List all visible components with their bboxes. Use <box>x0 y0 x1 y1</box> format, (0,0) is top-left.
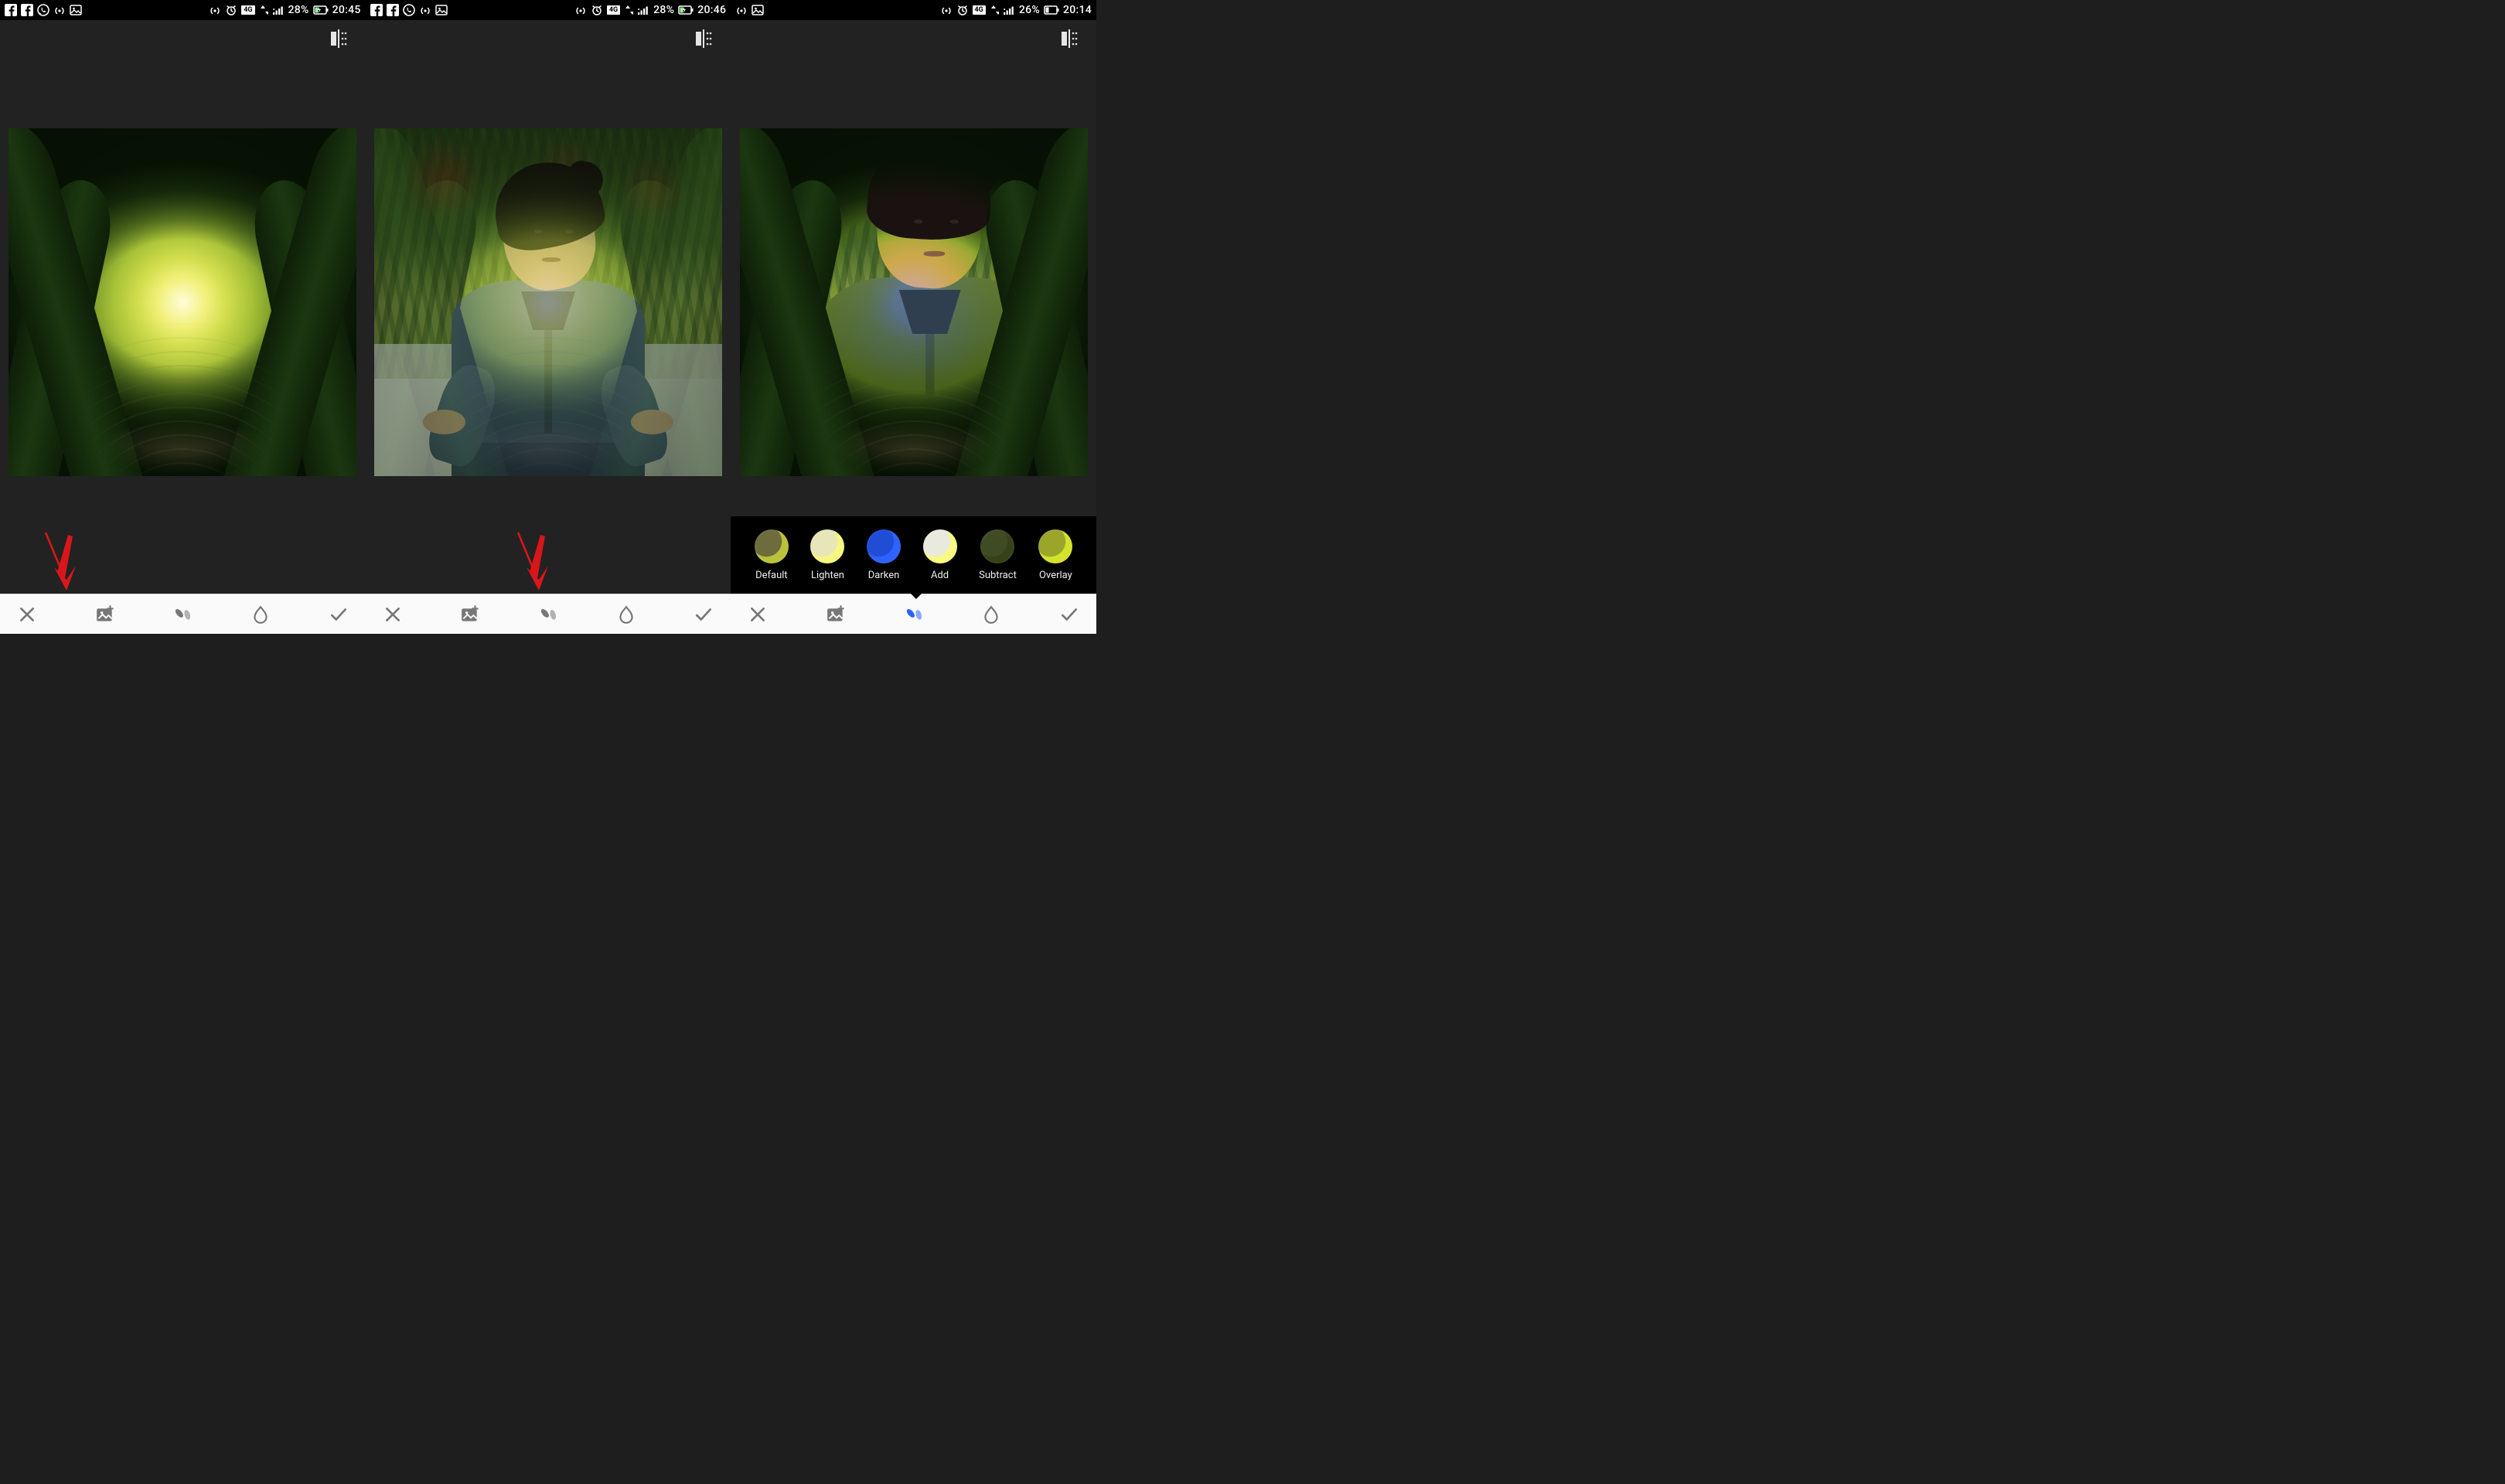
editor-toolbar <box>366 594 731 634</box>
editor-canvas[interactable] <box>0 57 366 594</box>
app-header <box>366 20 731 57</box>
blend-swatch-icon <box>1038 529 1072 563</box>
clock: 20:14 <box>1063 4 1092 16</box>
blend-mode-button[interactable] <box>533 600 563 629</box>
blend-mode-button[interactable] <box>168 600 197 629</box>
data-traffic-icon <box>259 4 268 16</box>
facebook-icon <box>5 4 17 16</box>
panel-pointer-icon <box>910 593 922 599</box>
clock: 20:46 <box>697 4 726 16</box>
blend-swatch-icon <box>923 529 957 563</box>
blend-swatch-icon <box>755 529 789 563</box>
screen-3: 4G 26% 20:14 <box>731 0 1096 634</box>
signal-icon <box>637 4 649 16</box>
blend-option-label: Lighten <box>811 570 844 581</box>
blend-option-add[interactable]: Add <box>923 529 957 581</box>
cancel-button[interactable] <box>743 600 772 629</box>
facebook-icon <box>370 4 383 16</box>
blend-swatch-icon <box>867 529 901 563</box>
signal-icon <box>272 4 285 16</box>
status-bar: 4G 28% 20:46 <box>366 0 731 20</box>
confirm-button[interactable] <box>1055 600 1084 629</box>
blend-mode-button[interactable] <box>899 600 929 629</box>
blend-swatch-icon <box>810 529 844 563</box>
blend-mode-panel: Default Lighten Darken Add Subtract Over… <box>731 516 1096 594</box>
add-image-button[interactable] <box>90 600 120 629</box>
compare-icon[interactable] <box>694 29 714 48</box>
blend-swatch-icon <box>980 529 1014 563</box>
screen-1: 4G 28% 20:45 <box>0 0 366 634</box>
screen-2: 4G 28% 20:46 <box>366 0 731 634</box>
hotspot-icon <box>53 4 66 16</box>
network-badge: 4G <box>607 5 620 15</box>
whatsapp-icon <box>403 4 415 16</box>
opacity-button[interactable] <box>246 600 275 629</box>
confirm-button[interactable] <box>324 600 353 629</box>
alarm-icon <box>956 4 969 16</box>
opacity-button[interactable] <box>976 600 1006 629</box>
battery-icon <box>1044 4 1059 16</box>
add-image-button[interactable] <box>455 600 485 629</box>
hotspot-icon <box>574 4 587 16</box>
hotspot-icon <box>419 4 431 16</box>
signal-icon <box>1003 4 1015 16</box>
network-badge: 4G <box>241 5 254 15</box>
compare-icon[interactable] <box>329 29 349 48</box>
network-badge: 4G <box>973 5 986 15</box>
editor-canvas[interactable] <box>366 57 731 594</box>
hotspot-icon <box>940 4 953 16</box>
add-image-button[interactable] <box>821 600 850 629</box>
alarm-icon <box>591 4 603 16</box>
cancel-button[interactable] <box>12 600 42 629</box>
blend-option-lighten[interactable]: Lighten <box>810 529 844 581</box>
status-bar: 4G 28% 20:45 <box>0 0 366 20</box>
blend-option-label: Overlay <box>1039 570 1072 581</box>
compare-icon[interactable] <box>1059 29 1079 48</box>
image-preview[interactable] <box>740 128 1088 476</box>
app-header <box>0 20 366 57</box>
image-preview[interactable] <box>374 128 722 476</box>
blend-option-darken[interactable]: Darken <box>867 529 901 581</box>
blend-option-subtract[interactable]: Subtract <box>979 529 1017 581</box>
data-traffic-icon <box>624 4 633 16</box>
blend-option-label: Add <box>931 570 949 581</box>
image-preview[interactable] <box>9 128 356 476</box>
whatsapp-icon <box>37 4 49 16</box>
blend-option-label: Subtract <box>979 570 1017 581</box>
data-traffic-icon <box>990 4 999 16</box>
gallery-icon <box>70 4 82 16</box>
blend-option-label: Default <box>755 570 788 581</box>
facebook-icon <box>21 4 33 16</box>
battery-percent: 28% <box>653 4 674 16</box>
hotspot-icon <box>209 4 221 16</box>
battery-percent: 26% <box>1019 4 1040 16</box>
battery-charging-icon <box>313 4 329 16</box>
gallery-icon <box>435 4 448 16</box>
cancel-button[interactable] <box>378 600 407 629</box>
editor-toolbar <box>0 594 366 634</box>
hotspot-icon <box>735 4 748 16</box>
status-bar: 4G 26% 20:14 <box>731 0 1096 20</box>
clock: 20:45 <box>332 4 361 16</box>
facebook-icon <box>387 4 399 16</box>
app-header <box>731 20 1096 57</box>
confirm-button[interactable] <box>689 600 718 629</box>
editor-canvas[interactable] <box>731 57 1096 594</box>
editor-toolbar <box>731 594 1096 634</box>
blend-option-default[interactable]: Default <box>755 529 789 581</box>
gallery-icon <box>752 4 764 16</box>
opacity-button[interactable] <box>612 600 641 629</box>
alarm-icon <box>225 4 237 16</box>
battery-percent: 28% <box>288 4 309 16</box>
blend-option-overlay[interactable]: Overlay <box>1038 529 1072 581</box>
blend-option-label: Darken <box>868 570 900 581</box>
battery-charging-icon <box>678 4 694 16</box>
